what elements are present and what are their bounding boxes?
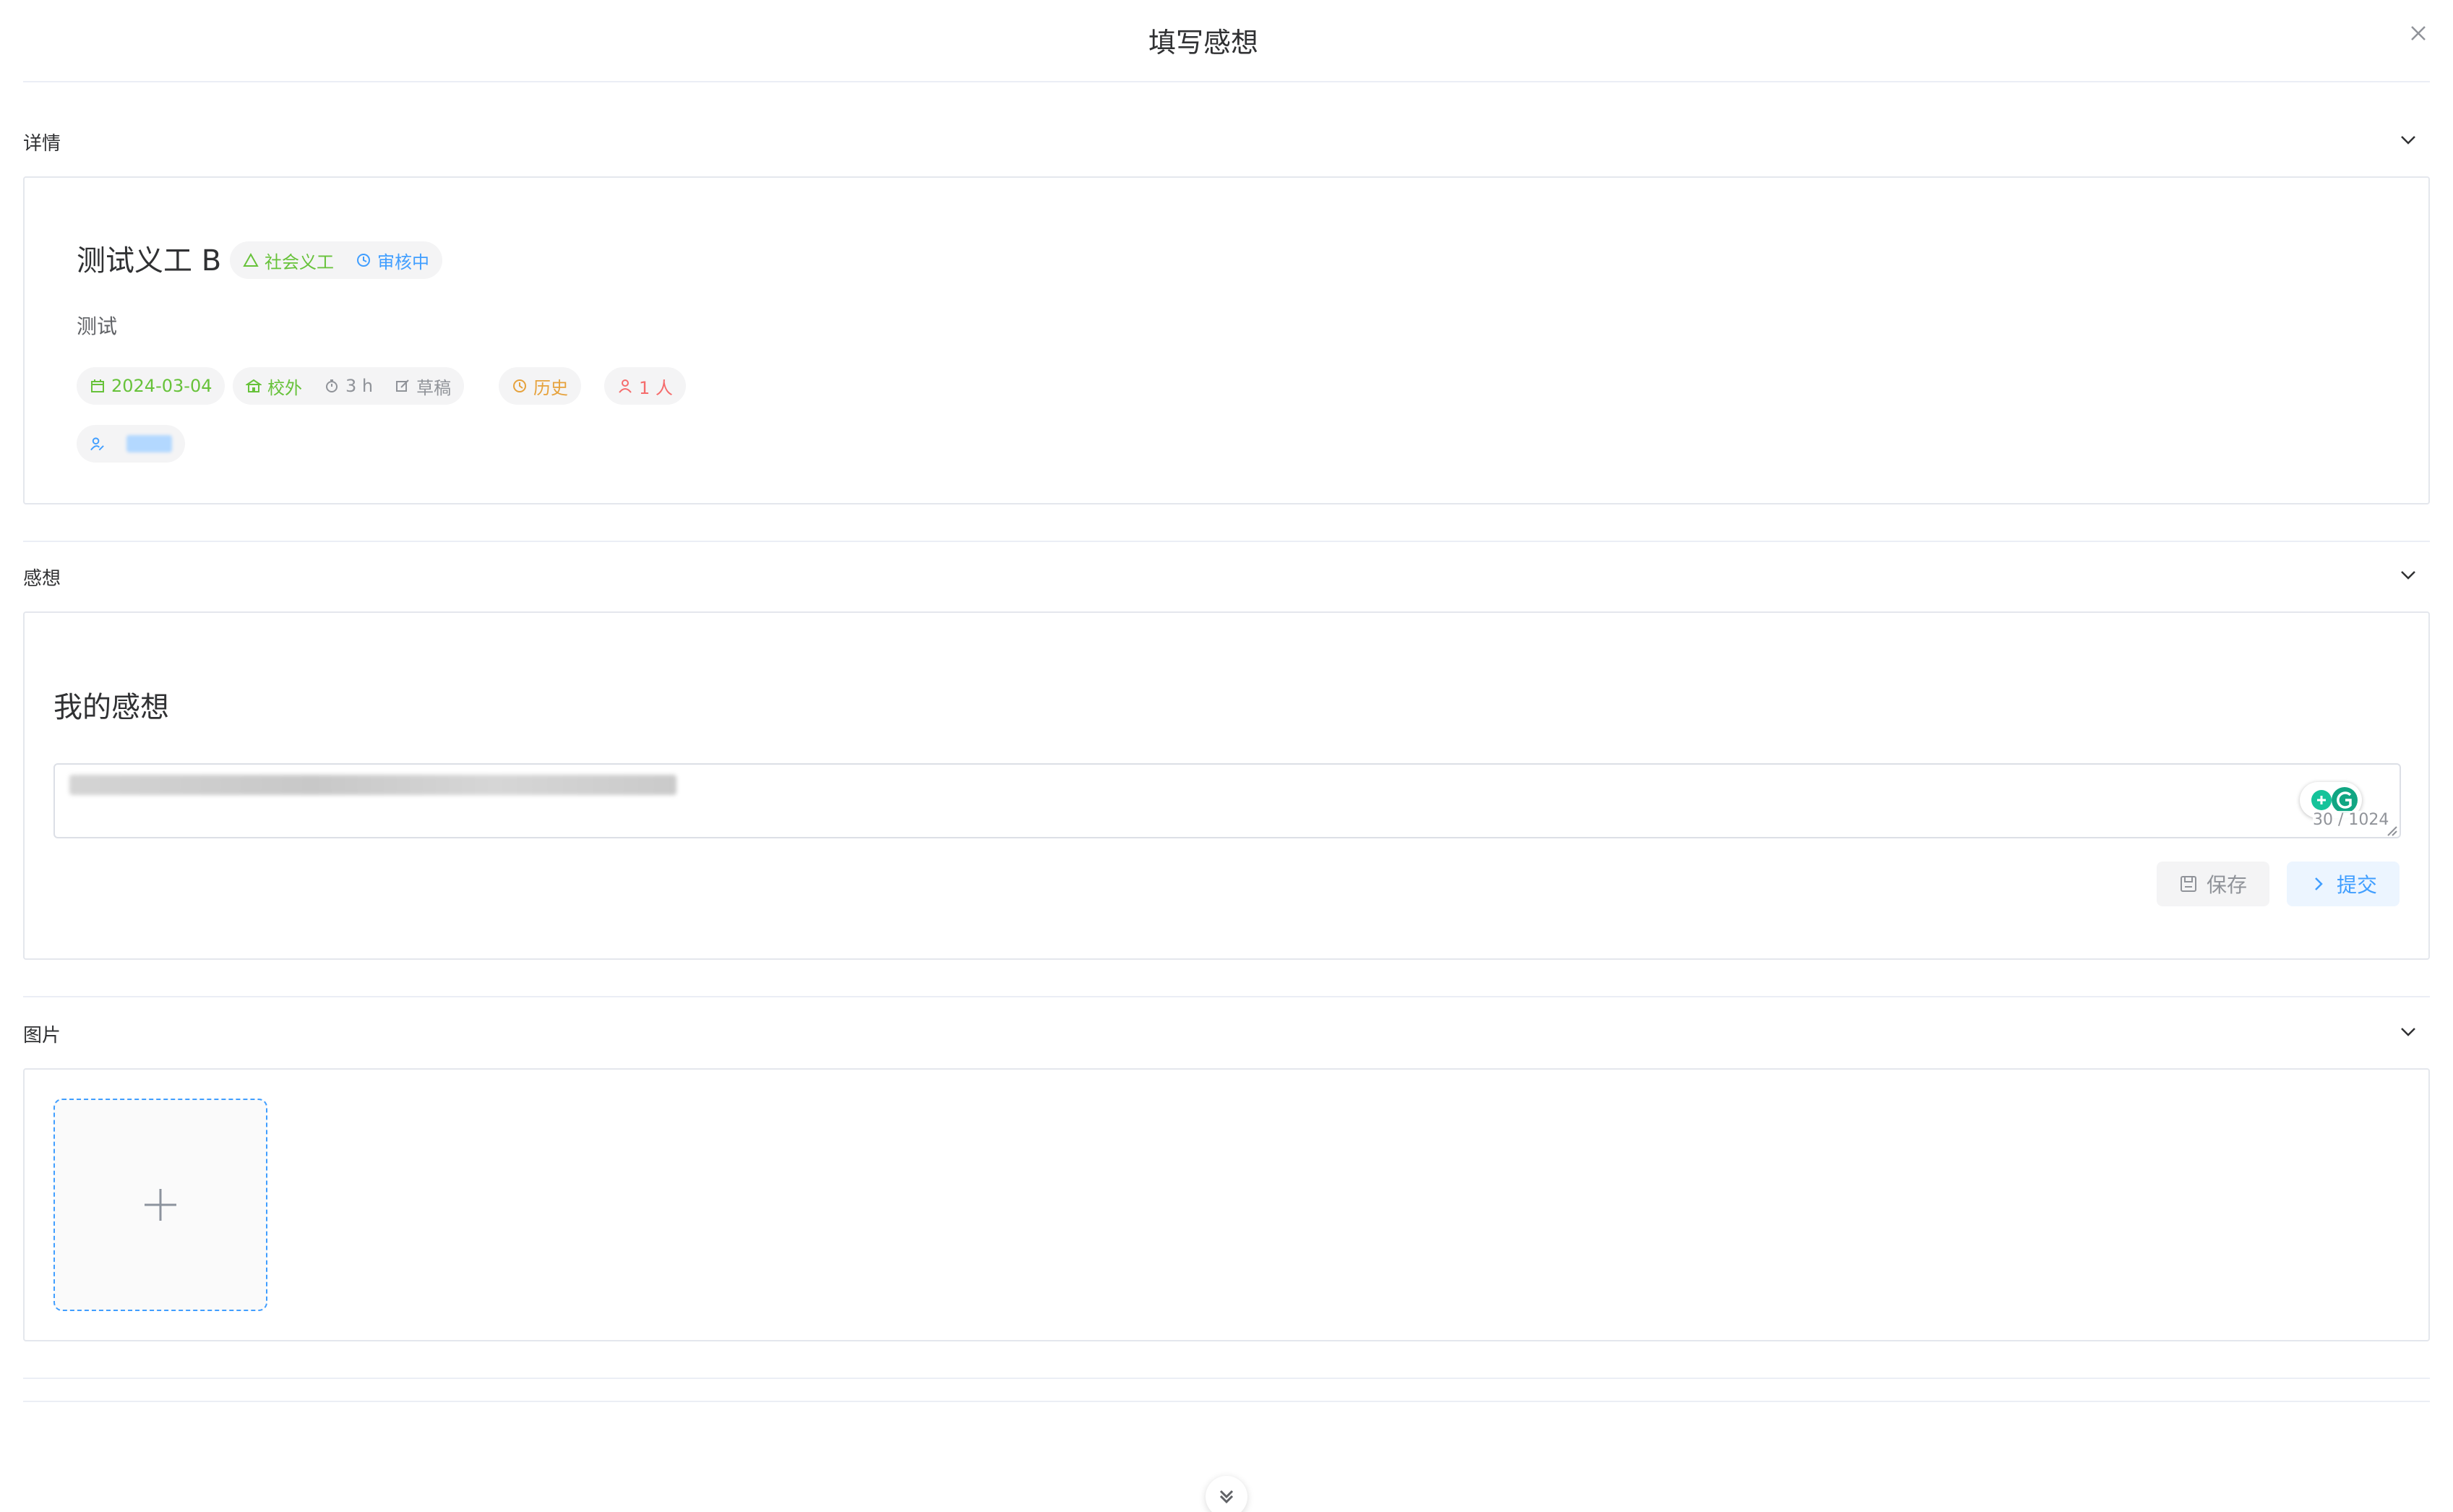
header-divider bbox=[23, 81, 2430, 82]
date-pill: 2024-03-04 bbox=[77, 367, 225, 405]
dialog: 填写感想 详情 测试义工 B 社会义工 审核中 测试 2024-03-04 校外… bbox=[0, 0, 2453, 1512]
date-label: 2024-03-04 bbox=[111, 376, 212, 396]
scroll-down-button[interactable] bbox=[1206, 1476, 1247, 1512]
images-collapse-toggle[interactable] bbox=[2395, 1019, 2421, 1045]
tag-group: 社会义工 审核中 bbox=[230, 241, 442, 279]
save-label: 保存 bbox=[2206, 873, 2247, 897]
calendar-icon bbox=[91, 379, 104, 392]
participants-label: 1 人 bbox=[639, 377, 673, 398]
info-pill-group: 校外 3 h 草稿 bbox=[233, 367, 465, 405]
reflection-section-title: 感想 bbox=[23, 568, 61, 590]
state-label: 草稿 bbox=[416, 377, 452, 398]
submit-button[interactable]: 提交 bbox=[2287, 862, 2400, 906]
category-tag: 社会义工 bbox=[243, 248, 334, 273]
save-icon bbox=[2180, 876, 2196, 892]
image-upload-button[interactable] bbox=[53, 1099, 267, 1311]
location-label: 校外 bbox=[267, 377, 302, 398]
item-description: 测试 bbox=[77, 314, 118, 338]
user-edit-icon bbox=[90, 437, 104, 451]
plus-icon bbox=[145, 1189, 176, 1221]
school-icon bbox=[246, 379, 262, 392]
reflection-textarea[interactable]: 30 / 1024 bbox=[53, 763, 2401, 838]
images-section-title: 图片 bbox=[23, 1025, 61, 1047]
user-icon bbox=[619, 379, 632, 393]
double-chevron-down-icon bbox=[1219, 1490, 1234, 1504]
close-icon bbox=[2411, 26, 2426, 40]
state-tag: 草稿 bbox=[395, 374, 451, 399]
section-divider bbox=[23, 1378, 2430, 1379]
history-label: 历史 bbox=[533, 377, 568, 398]
resize-handle-icon[interactable] bbox=[2387, 825, 2398, 837]
details-section-title: 详情 bbox=[23, 133, 61, 155]
participants-pill: 1 人 bbox=[604, 367, 686, 405]
save-button[interactable]: 保存 bbox=[2157, 862, 2269, 906]
details-card bbox=[23, 176, 2430, 504]
history-tag[interactable]: 历史 bbox=[512, 374, 568, 399]
chevron-down-icon bbox=[2401, 1028, 2415, 1036]
history-pill[interactable]: 历史 bbox=[499, 367, 581, 405]
section-divider bbox=[23, 541, 2430, 542]
status-label: 审核中 bbox=[377, 252, 429, 272]
images-card bbox=[23, 1068, 2430, 1341]
redacted-reflection-text bbox=[69, 775, 676, 795]
user-pill bbox=[77, 425, 185, 463]
chevron-down-icon bbox=[2401, 136, 2415, 145]
submit-label: 提交 bbox=[2336, 873, 2377, 897]
section-divider bbox=[23, 996, 2430, 997]
reflection-subtitle: 我的感想 bbox=[53, 691, 169, 724]
reflection-collapse-toggle[interactable] bbox=[2395, 562, 2421, 588]
hourglass-icon bbox=[357, 254, 370, 267]
triangle-icon bbox=[243, 252, 259, 267]
details-collapse-toggle[interactable] bbox=[2395, 127, 2421, 153]
location-tag: 校外 bbox=[246, 374, 302, 399]
item-title: 测试义工 B bbox=[77, 244, 222, 278]
chevron-right-icon bbox=[2315, 877, 2323, 890]
char-counter: 30 / 1024 bbox=[2313, 811, 2389, 829]
participants-tag: 1 人 bbox=[617, 374, 673, 399]
redacted-user-name bbox=[126, 435, 172, 452]
status-badge: 审核中 bbox=[356, 248, 429, 273]
history-icon bbox=[513, 379, 526, 392]
edit-icon bbox=[396, 379, 409, 392]
close-button[interactable] bbox=[2401, 16, 2436, 51]
chevron-down-icon bbox=[2401, 571, 2415, 580]
stopwatch-icon bbox=[326, 379, 338, 392]
duration-label: 3 h bbox=[345, 376, 374, 396]
dialog-title: 填写感想 bbox=[1148, 27, 1258, 59]
duration-tag: 3 h bbox=[324, 376, 373, 396]
category-label: 社会义工 bbox=[265, 252, 334, 272]
date-tag: 2024-03-04 bbox=[90, 376, 212, 396]
footer-divider bbox=[23, 1401, 2430, 1402]
